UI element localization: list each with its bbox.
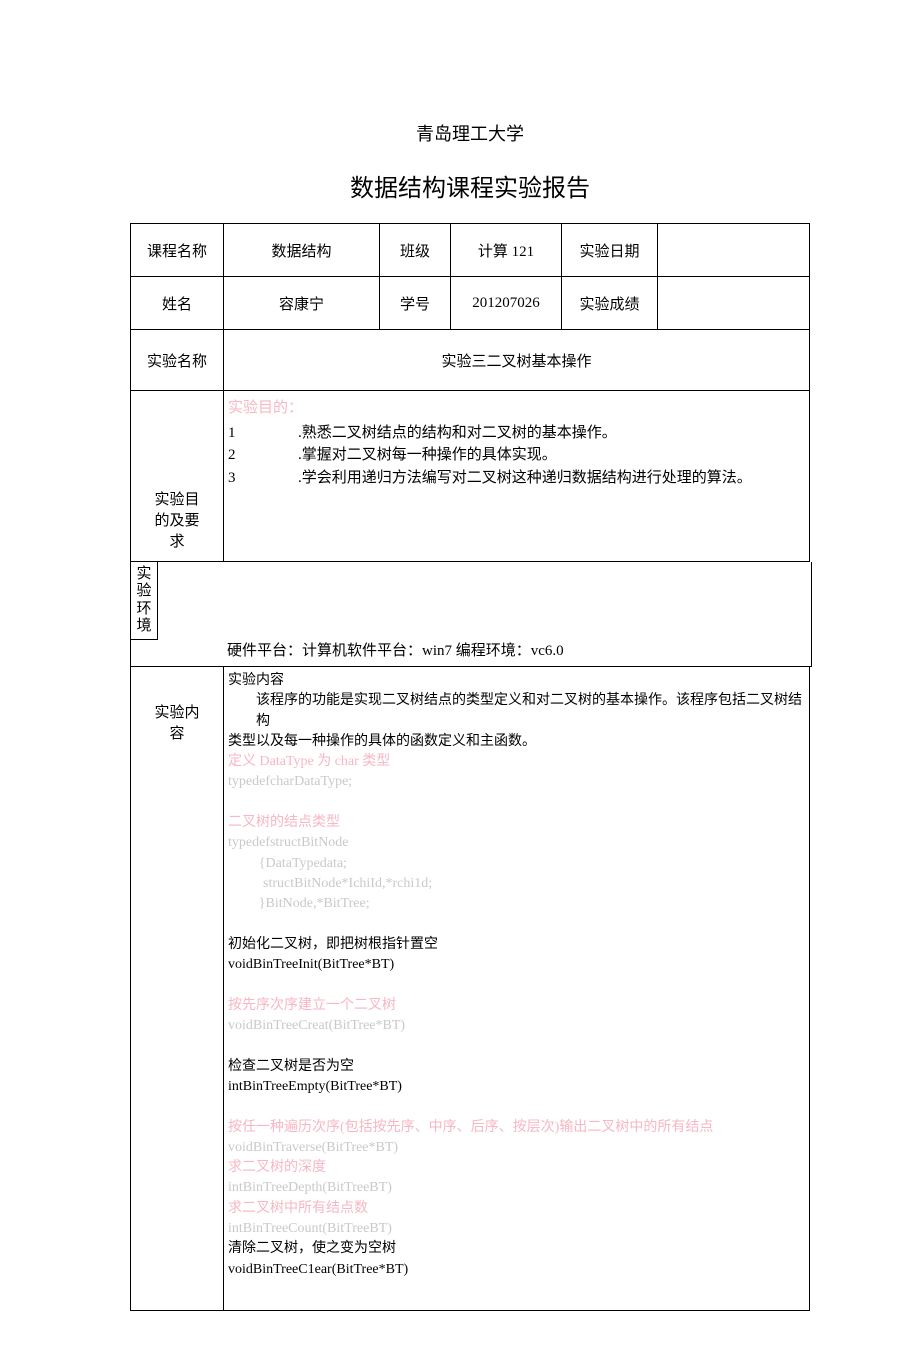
- content-table: 实验内 容 实验内容 该程序的功能是实现二叉树结点的类型定义和对二叉树的基本操作…: [130, 667, 810, 1311]
- purpose-item-text: .学会利用递归方法编写对二叉树这种递归数据结构进行处理的算法。: [298, 467, 752, 490]
- university-name: 青岛理工大学: [130, 120, 810, 146]
- code-line: voidBinTreeC1ear(BitTree*BT): [228, 1260, 803, 1280]
- class-value: 计算 121: [451, 224, 562, 277]
- purpose-list: 1 .熟悉二叉树结点的结构和对二叉树的基本操作。 2 .掌握对二叉树每一种操作的…: [228, 422, 752, 490]
- content-desc-line: 类型以及每一种操作的具体的函数定义和主函数。: [228, 732, 803, 752]
- environment-side-label: 实验环境: [130, 561, 158, 640]
- code-line: intBinTreeEmpty(BitTree*BT): [228, 1077, 803, 1097]
- score-label: 实验成绩: [562, 277, 658, 330]
- purpose-item-num: 2: [228, 444, 298, 467]
- code-desc: 清除二叉树，使之变为空树: [228, 1239, 803, 1259]
- environment-row: 实验环境 硬件平台：计算机软件平台：win7 编程环境：vc6.0: [130, 562, 812, 667]
- purpose-item-num: 3: [228, 467, 298, 490]
- experiment-name-value: 实验三二叉树基本操作: [224, 330, 810, 391]
- date-label: 实验日期: [562, 224, 658, 277]
- purpose-heading: 实验目的：: [228, 400, 303, 416]
- content-block: 实验内容 该程序的功能是实现二叉树结点的类型定义和对二叉树的基本操作。该程序包括…: [224, 667, 809, 1310]
- purpose-side-l3: 求: [131, 530, 223, 551]
- info-table: 课程名称 数据结构 班级 计算 121 实验日期 姓名 容康宁 学号 20120…: [130, 223, 810, 562]
- id-value: 201207026: [451, 277, 562, 330]
- code-comment: 二叉树的结点类型: [228, 813, 803, 833]
- code-line: voidBinTreeInit(BitTree*BT): [228, 955, 803, 975]
- purpose-side-label: 实验目 的及要 求: [131, 391, 224, 562]
- code-line: voidBinTreeCreat(BitTree*BT): [228, 1016, 803, 1036]
- code-comment: 求二叉树的深度: [228, 1158, 803, 1178]
- code-desc: 初始化二叉树，即把树根指针置空: [228, 935, 803, 955]
- content-side-l2: 容: [131, 722, 223, 743]
- name-label: 姓名: [131, 277, 224, 330]
- report-title: 数据结构课程实验报告: [130, 168, 810, 203]
- code-line: }BitNode,*BitTree;: [259, 894, 803, 914]
- purpose-item-text: .熟悉二叉树结点的结构和对二叉树的基本操作。: [298, 422, 752, 445]
- code-comment: 按任一种遍历次序(包括按先序、中序、后序、按层次)输出二叉树中的所有结点: [228, 1118, 803, 1138]
- code-line: typedefstructBitNode: [228, 833, 803, 853]
- purpose-side-l1: 实验目: [131, 488, 223, 509]
- date-value: [658, 224, 810, 277]
- code-line: typedefcharDataType;: [228, 772, 803, 792]
- code-line: intBinTreeDepth(BitTreeBT): [228, 1178, 803, 1198]
- purpose-side-l2: 的及要: [131, 509, 223, 530]
- class-label: 班级: [380, 224, 451, 277]
- experiment-name-label: 实验名称: [131, 330, 224, 391]
- code-line: structBitNode*IchiId,*rchi1d;: [263, 874, 803, 894]
- environment-text: 硬件平台：计算机软件平台：win7 编程环境：vc6.0: [227, 639, 805, 660]
- score-value: [658, 277, 810, 330]
- id-label: 学号: [380, 277, 451, 330]
- code-comment: 求二叉树中所有结点数: [228, 1199, 803, 1219]
- name-value: 容康宁: [224, 277, 380, 330]
- purpose-item-num: 1: [228, 422, 298, 445]
- code-line: {DataTypedata;: [259, 854, 803, 874]
- content-desc-line: 该程序的功能是实现二叉树结点的类型定义和对二叉树的基本操作。该程序包括二叉树结构: [256, 691, 803, 732]
- code-line: intBinTreeCount(BitTreeBT): [228, 1219, 803, 1239]
- code-comment: 按先序次序建立一个二叉树: [228, 996, 803, 1016]
- content-side-label: 实验内 容: [131, 667, 224, 1310]
- course-value: 数据结构: [224, 224, 380, 277]
- code-desc: 检查二叉树是否为空: [228, 1057, 803, 1077]
- code-comment: 定义 DataType 为 char 类型: [228, 752, 803, 772]
- content-side-l1: 实验内: [131, 701, 223, 722]
- content-heading: 实验内容: [228, 671, 803, 691]
- code-line: voidBinTraverse(BitTree*BT): [228, 1138, 803, 1158]
- course-label: 课程名称: [131, 224, 224, 277]
- purpose-item-text: .掌握对二叉树每一种操作的具体实现。: [298, 444, 752, 467]
- purpose-block: 实验目的： 1 .熟悉二叉树结点的结构和对二叉树的基本操作。 2 .掌握对二叉树…: [224, 391, 809, 495]
